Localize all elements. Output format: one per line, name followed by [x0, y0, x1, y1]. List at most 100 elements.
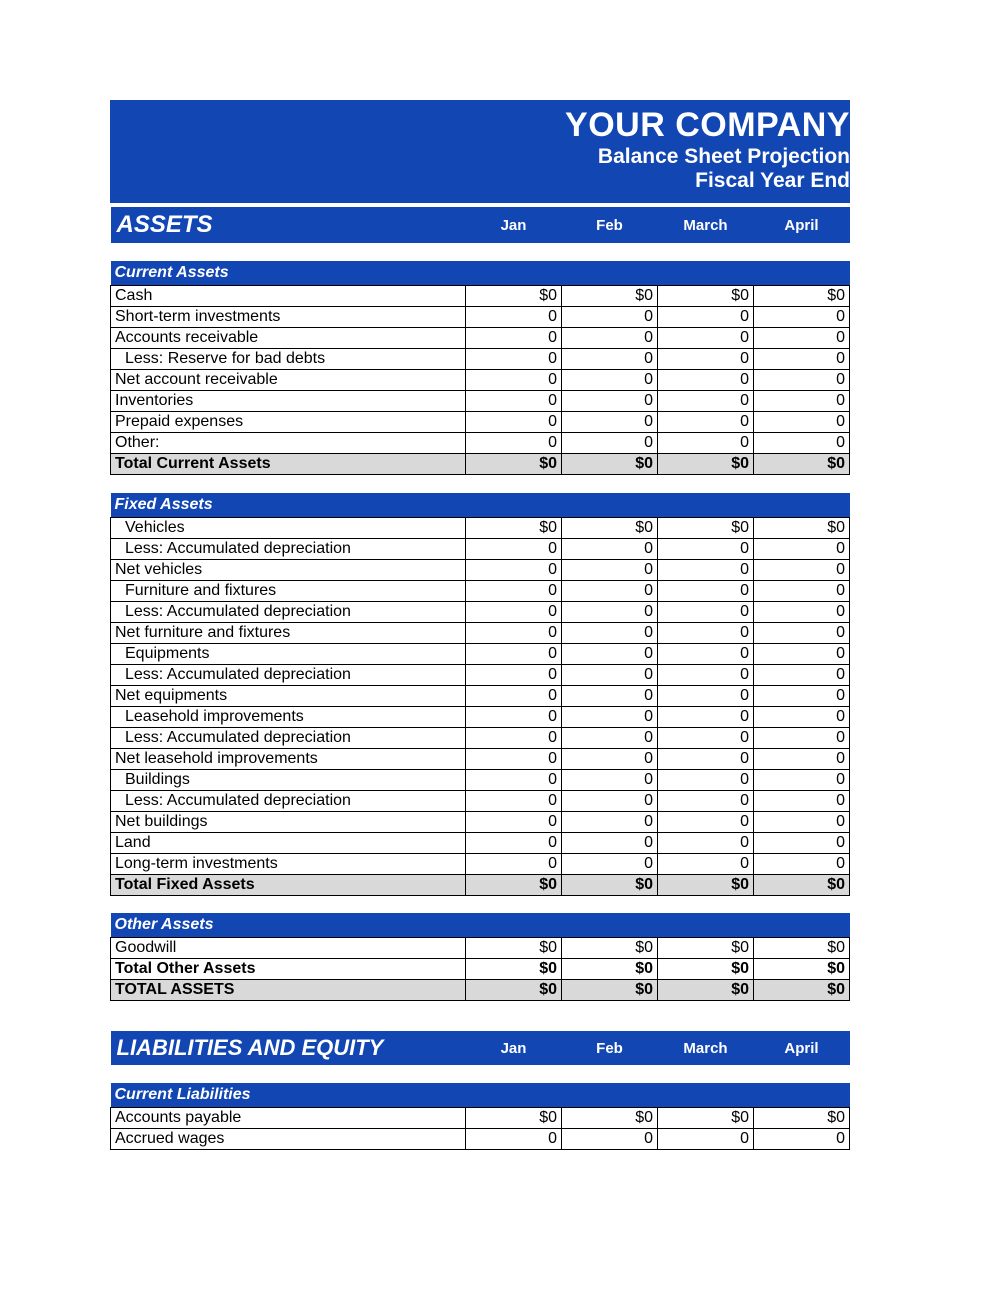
row-value: 0	[466, 328, 562, 349]
row-value: 0	[658, 601, 754, 622]
table-row: Short-term investments0000	[111, 307, 850, 328]
row-value: 0	[562, 790, 658, 811]
title-banner: YOUR COMPANY Balance Sheet Projection Fi…	[110, 100, 850, 203]
row-value: 0	[466, 412, 562, 433]
table-row: Less: Accumulated depreciation0000	[111, 790, 850, 811]
table-row: Goodwill$0$0$0$0	[111, 938, 850, 959]
company-name: YOUR COMPANY	[110, 106, 850, 145]
table-row: Other:0000	[111, 433, 850, 454]
row-value: 0	[754, 412, 850, 433]
row-value: 0	[562, 559, 658, 580]
row-value: 0	[754, 433, 850, 454]
row-label: Accounts receivable	[111, 328, 466, 349]
table-row: Less: Accumulated depreciation0000	[111, 727, 850, 748]
row-value: 0	[562, 811, 658, 832]
row-value: 0	[754, 832, 850, 853]
row-value: 0	[466, 1129, 562, 1150]
table-row: Inventories0000	[111, 391, 850, 412]
row-value: 0	[466, 853, 562, 874]
row-value: 0	[754, 370, 850, 391]
row-value: 0	[754, 727, 850, 748]
month-feb: Feb	[562, 1031, 658, 1065]
current-assets-header: Current Assets	[111, 261, 850, 286]
row-value: 0	[562, 769, 658, 790]
table-row: Long-term investments0000	[111, 853, 850, 874]
table-row: Equipments0000	[111, 643, 850, 664]
table-row: Leasehold improvements0000	[111, 706, 850, 727]
row-value: 0	[466, 811, 562, 832]
row-value: 0	[562, 538, 658, 559]
row-label: Less: Accumulated depreciation	[111, 538, 466, 559]
row-value: $0	[658, 938, 754, 959]
row-label: Furniture and fixtures	[111, 580, 466, 601]
table-row: Less: Accumulated depreciation0000	[111, 601, 850, 622]
table-row: Net furniture and fixtures0000	[111, 622, 850, 643]
row-value: $0	[466, 1108, 562, 1129]
month-april: April	[754, 207, 850, 243]
row-value: $0	[562, 938, 658, 959]
row-value: 0	[754, 307, 850, 328]
row-value: 0	[754, 748, 850, 769]
row-label: Accrued wages	[111, 1129, 466, 1150]
row-value: 0	[466, 748, 562, 769]
row-label: Less: Accumulated depreciation	[111, 727, 466, 748]
row-value: 0	[658, 811, 754, 832]
row-label: Leasehold improvements	[111, 706, 466, 727]
row-value: $0	[754, 938, 850, 959]
table-row: Prepaid expenses0000	[111, 412, 850, 433]
row-value: 0	[658, 790, 754, 811]
row-value: 0	[562, 622, 658, 643]
row-value: 0	[562, 433, 658, 454]
row-value: 0	[466, 580, 562, 601]
row-value: 0	[754, 328, 850, 349]
row-value: 0	[658, 685, 754, 706]
month-jan: Jan	[466, 1031, 562, 1065]
row-value: 0	[466, 685, 562, 706]
row-value: 0	[658, 412, 754, 433]
row-label: Land	[111, 832, 466, 853]
total-assets: TOTAL ASSETS $0 $0 $0 $0	[111, 980, 850, 1001]
assets-header-row: ASSETS Jan Feb March April	[111, 207, 850, 243]
row-value: $0	[562, 286, 658, 307]
month-jan: Jan	[466, 207, 562, 243]
table-row: Net vehicles0000	[111, 559, 850, 580]
row-value: 0	[658, 349, 754, 370]
row-value: 0	[754, 853, 850, 874]
row-value: 0	[658, 643, 754, 664]
total-fixed-assets: Total Fixed Assets $0 $0 $0 $0	[111, 874, 850, 895]
row-label: Accounts payable	[111, 1108, 466, 1129]
row-value: 0	[466, 391, 562, 412]
row-value: 0	[754, 664, 850, 685]
row-value: 0	[562, 643, 658, 664]
row-value: $0	[466, 938, 562, 959]
row-value: 0	[754, 538, 850, 559]
subtitle-1: Balance Sheet Projection	[110, 145, 850, 169]
row-label: Less: Accumulated depreciation	[111, 790, 466, 811]
row-value: 0	[466, 622, 562, 643]
table-row: Buildings0000	[111, 769, 850, 790]
row-value: 0	[754, 685, 850, 706]
row-value: 0	[562, 328, 658, 349]
row-value: 0	[658, 559, 754, 580]
liabilities-header-row: LIABILITIES AND EQUITY Jan Feb March Apr…	[111, 1031, 850, 1065]
row-value: 0	[754, 580, 850, 601]
row-value: $0	[754, 1108, 850, 1129]
row-value: 0	[754, 811, 850, 832]
row-label: Less: Reserve for bad debts	[111, 349, 466, 370]
table-row: Accounts receivable0000	[111, 328, 850, 349]
row-value: 0	[754, 391, 850, 412]
row-value: 0	[466, 433, 562, 454]
row-value: 0	[466, 790, 562, 811]
row-label: Net equipments	[111, 685, 466, 706]
row-value: 0	[658, 328, 754, 349]
table-row: Net leasehold improvements0000	[111, 748, 850, 769]
row-value: 0	[754, 1129, 850, 1150]
row-value: 0	[754, 559, 850, 580]
total-other-assets: Total Other Assets $0 $0 $0 $0	[111, 959, 850, 980]
row-label: Equipments	[111, 643, 466, 664]
row-value: 0	[562, 664, 658, 685]
row-value: 0	[466, 769, 562, 790]
row-value: 0	[754, 349, 850, 370]
month-feb: Feb	[562, 207, 658, 243]
row-label: Inventories	[111, 391, 466, 412]
